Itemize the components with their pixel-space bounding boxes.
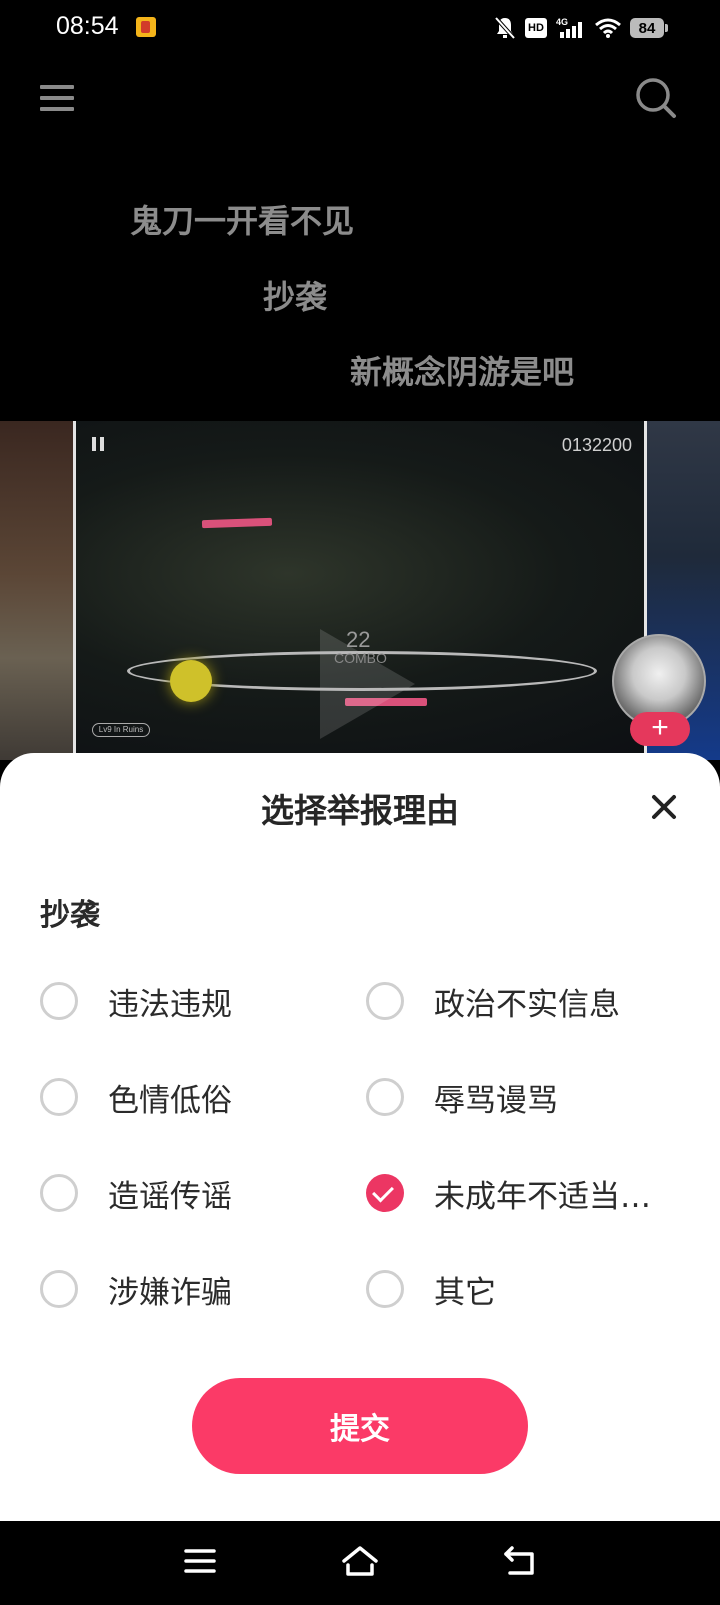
- recents-icon: [184, 1549, 216, 1573]
- submit-button[interactable]: 提交: [192, 1378, 528, 1474]
- close-icon: [652, 795, 676, 819]
- danmaku-comment[interactable]: 鬼刀一开看不见: [130, 196, 354, 242]
- report-option[interactable]: 涉嫌诈骗: [40, 1259, 232, 1319]
- hd-badge: HD: [525, 18, 547, 38]
- report-option[interactable]: 违法违规: [40, 971, 232, 1031]
- option-label: 其它: [434, 1274, 496, 1311]
- game-score: 0132200: [561, 435, 632, 455]
- search-icon: [636, 78, 676, 118]
- sheet-title: 选择举报理由: [261, 791, 459, 830]
- radio-button[interactable]: [40, 982, 78, 1020]
- status-icons: HD 4G 84: [494, 15, 668, 41]
- home-icon: [342, 1546, 378, 1576]
- menu-button[interactable]: [40, 82, 74, 114]
- report-option[interactable]: 其它: [366, 1259, 496, 1319]
- home-button[interactable]: [338, 1539, 382, 1583]
- game-pause-icon: [92, 437, 104, 451]
- option-label: 违法违规: [108, 986, 232, 1023]
- report-option[interactable]: 政治不实信息: [366, 971, 620, 1031]
- status-time: 08:54: [56, 12, 119, 40]
- report-option[interactable]: 色情低俗: [40, 1067, 232, 1127]
- radio-button[interactable]: [366, 1078, 404, 1116]
- search-button[interactable]: [634, 76, 678, 120]
- option-label: 未成年不适当行为: [434, 1178, 656, 1215]
- option-label: 辱骂谩骂: [434, 1082, 558, 1119]
- system-nav-bar: [0, 1521, 720, 1605]
- song-tag: Lv9 In Ruins: [92, 723, 150, 737]
- app-notification-icon: [136, 17, 156, 37]
- combo-label: COMBO: [334, 650, 387, 666]
- svg-text:4G: 4G: [556, 17, 568, 27]
- back-icon: [504, 1546, 534, 1575]
- wifi-icon: [595, 18, 621, 38]
- game-hit-marker: [170, 660, 212, 702]
- reported-comment-text: 抄袭: [40, 898, 100, 933]
- danmaku-comment[interactable]: 抄袭: [263, 272, 327, 318]
- option-label: 造谣传谣: [108, 1178, 232, 1215]
- radio-button[interactable]: [40, 1174, 78, 1212]
- radio-button[interactable]: [40, 1078, 78, 1116]
- mute-bell-icon: [494, 16, 516, 40]
- signal-icon: 4G: [556, 17, 582, 38]
- video-background-left: [0, 421, 74, 760]
- recents-button[interactable]: [178, 1539, 222, 1583]
- video-player[interactable]: 0132200 22 COMBO Lv9 In Ruins +: [0, 421, 720, 760]
- back-button[interactable]: [498, 1539, 542, 1583]
- option-label: 政治不实信息: [434, 986, 620, 1023]
- follow-button[interactable]: +: [630, 712, 690, 746]
- report-sheet: 选择举报理由 抄袭 违法违规 政治不实信息 色情低俗 辱骂谩骂 造谣传谣 未成年…: [0, 753, 720, 1521]
- report-option-selected[interactable]: 未成年不适当行为: [366, 1163, 656, 1223]
- radio-button-checked[interactable]: [366, 1174, 404, 1212]
- option-label: 涉嫌诈骗: [108, 1274, 232, 1311]
- danmaku-comment[interactable]: 新概念阴游是吧: [350, 347, 574, 393]
- close-button[interactable]: [648, 791, 680, 823]
- report-option[interactable]: 造谣传谣: [40, 1163, 232, 1223]
- status-bar: 08:54 HD 4G 84: [0, 0, 720, 56]
- radio-button[interactable]: [40, 1270, 78, 1308]
- battery-indicator: 84: [630, 18, 668, 38]
- option-label: 色情低俗: [108, 1082, 232, 1119]
- report-option[interactable]: 辱骂谩骂: [366, 1067, 558, 1127]
- radio-button[interactable]: [366, 1270, 404, 1308]
- radio-button[interactable]: [366, 982, 404, 1020]
